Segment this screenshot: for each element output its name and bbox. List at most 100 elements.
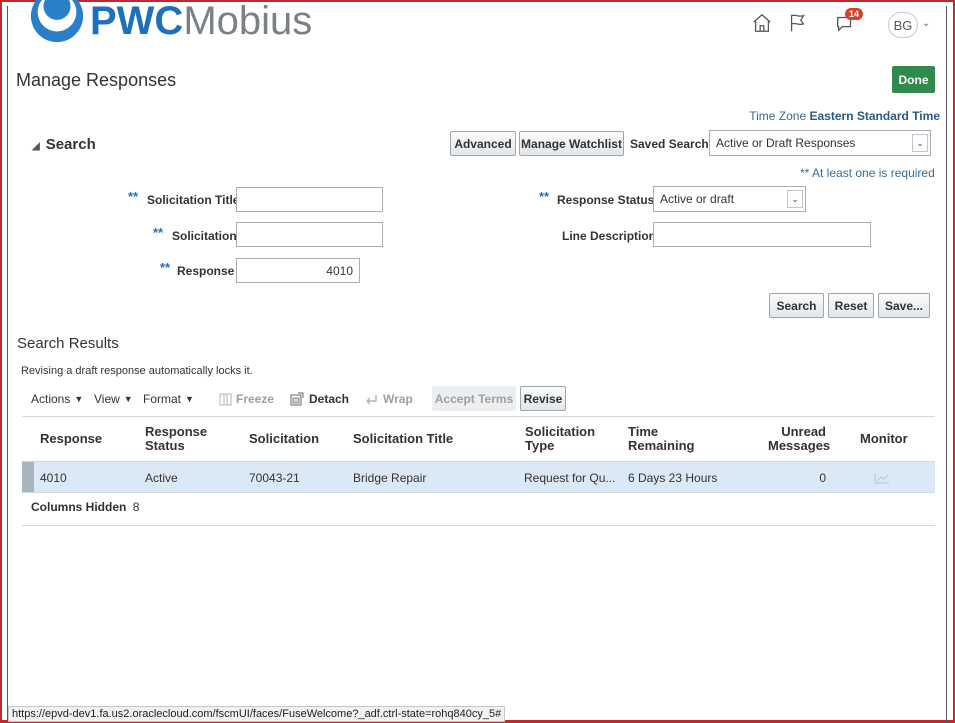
chevron-down-icon[interactable]: ⌄ [922,18,930,29]
search-section-header[interactable]: ◢ Search [32,136,96,153]
column-header-response[interactable]: Response [40,432,102,446]
draft-lock-note: Revising a draft response automatically … [21,365,253,377]
column-header-response-label: Response [40,431,103,446]
done-button[interactable]: Done [892,66,935,93]
timezone-info: Time Zone Eastern Standard Time [749,109,940,123]
results-table-header: Response Response Status Solicitation Sol… [22,416,935,461]
format-menu[interactable]: Format ▼ [143,392,194,406]
column-header-monitor-label: Monitor [860,431,908,446]
revise-button[interactable]: Revise [520,386,566,411]
cell-solicitation: 70043-21 [249,471,300,485]
timezone-value: Eastern Standard Time [809,109,941,123]
advanced-button[interactable]: Advanced [450,131,516,156]
column-header-response-status[interactable]: Response Status [145,425,207,453]
cell-response-status: Active [145,471,178,485]
columns-hidden-count: 8 [132,500,140,514]
required-marker: ** [153,225,164,240]
logo-mark-icon [30,0,84,43]
column-header-unread-messages-line2: Messages [768,438,831,453]
home-icon[interactable] [751,12,773,34]
monitor-chart-icon[interactable] [874,472,890,484]
notification-count-badge[interactable]: 14 [845,8,864,20]
caret-down-icon: ▼ [123,394,133,404]
view-menu-label: View [94,392,120,406]
column-header-solicitation-title[interactable]: Solicitation Title [353,432,453,446]
columns-hidden-label: Columns Hidden [31,500,127,514]
detach-icon [290,392,304,406]
accept-terms-button[interactable]: Accept Terms [432,386,516,411]
wrap-label: Wrap [383,392,413,406]
collapse-triangle-icon[interactable]: ◢ [32,141,40,152]
done-button-label: Done [898,72,929,87]
response-status-label: Response Status [557,193,655,207]
required-marker: ** [160,260,171,275]
chevron-down-icon[interactable]: ⌄ [787,190,803,208]
solicitation-title-label: Solicitation Title [147,193,240,207]
column-header-solicitation-label: Solicitation [249,431,320,446]
page-title: Manage Responses [16,70,177,90]
column-header-unread-messages[interactable]: Unread Messages [768,424,830,453]
freeze-icon [219,393,232,405]
solicitation-title-input[interactable] [236,187,383,212]
pwc-mobius-logo[interactable]: PWCMobius [28,0,312,46]
line-description-input[interactable] [653,222,871,247]
browser-status-url: https://epvd-dev1.fa.us2.oraclecloud.com… [8,706,506,722]
cell-response: 4010 [40,471,67,485]
columns-hidden-info: Columns Hidden 8 [31,500,139,514]
solicitation-label: Solicitation [172,229,237,243]
column-header-solicitation-type-line2: Type [525,438,555,453]
flag-icon[interactable] [787,12,809,34]
column-header-solicitation-type[interactable]: Solicitation Type [525,425,595,453]
detach-button[interactable]: Detach [290,392,349,406]
column-header-solicitation[interactable]: Solicitation [249,432,319,446]
column-header-response-status-line2: Status [145,438,185,453]
chevron-down-icon[interactable]: ⌄ [912,134,928,152]
column-header-time-remaining-line1: Time [628,424,659,439]
line-description-label: Line Description [562,229,657,243]
manage-watchlist-button[interactable]: Manage Watchlist [519,131,624,156]
table-footer-divider [22,525,935,526]
response-status-select[interactable]: Active or draft ⌄ [653,186,806,212]
cell-solicitation-type: Request for Qu... [524,471,616,485]
reset-button[interactable]: Reset [828,293,874,318]
freeze-button[interactable]: Freeze [219,392,274,406]
row-selection-marker[interactable] [22,462,34,492]
response-input[interactable]: 4010 [236,258,360,283]
search-button[interactable]: Search [769,293,824,318]
timezone-label: Time Zone [749,109,807,123]
wrap-button[interactable]: Wrap [365,392,413,406]
column-header-unread-messages-line1: Unread [781,424,826,439]
actions-menu[interactable]: Actions ▼ [31,392,83,406]
format-menu-label: Format [143,392,182,406]
wrap-icon [366,394,377,404]
user-menu-avatar[interactable]: BG [888,12,918,38]
column-header-time-remaining-line2: Remaining [628,438,695,453]
save-search-button[interactable]: Save... [878,293,930,318]
search-results-title: Search Results [17,335,119,352]
table-row[interactable]: 4010 Active 70043-21 Bridge Repair Reque… [22,461,935,493]
saved-search-value: Active or Draft Responses [716,136,856,150]
response-label: Response [177,264,235,278]
saved-search-label: Saved Search [630,137,709,151]
required-marker: ** [539,189,550,204]
cell-unread-messages: 0 [819,471,826,485]
response-status-value: Active or draft [660,192,735,206]
column-header-solicitation-title-label: Solicitation Title [353,431,454,446]
saved-search-select[interactable]: Active or Draft Responses ⌄ [709,130,931,156]
view-menu[interactable]: View ▼ [94,392,133,406]
column-header-monitor[interactable]: Monitor [860,432,908,446]
cell-solicitation-title: Bridge Repair [353,471,427,485]
actions-menu-label: Actions [31,392,71,406]
search-title: Search [45,136,96,153]
caret-down-icon: ▼ [74,394,84,404]
logo-text-light: Mobius [183,0,313,43]
freeze-label: Freeze [236,392,275,406]
detach-label: Detach [309,392,350,406]
solicitation-input[interactable] [236,222,383,247]
required-note: ** At least one is required [800,166,935,180]
required-marker: ** [128,189,139,204]
column-header-solicitation-type-line1: Solicitation [525,424,596,439]
column-header-time-remaining[interactable]: Time Remaining [628,425,694,453]
caret-down-icon: ▼ [185,394,194,404]
logo-text-bold: PWC [90,0,184,43]
